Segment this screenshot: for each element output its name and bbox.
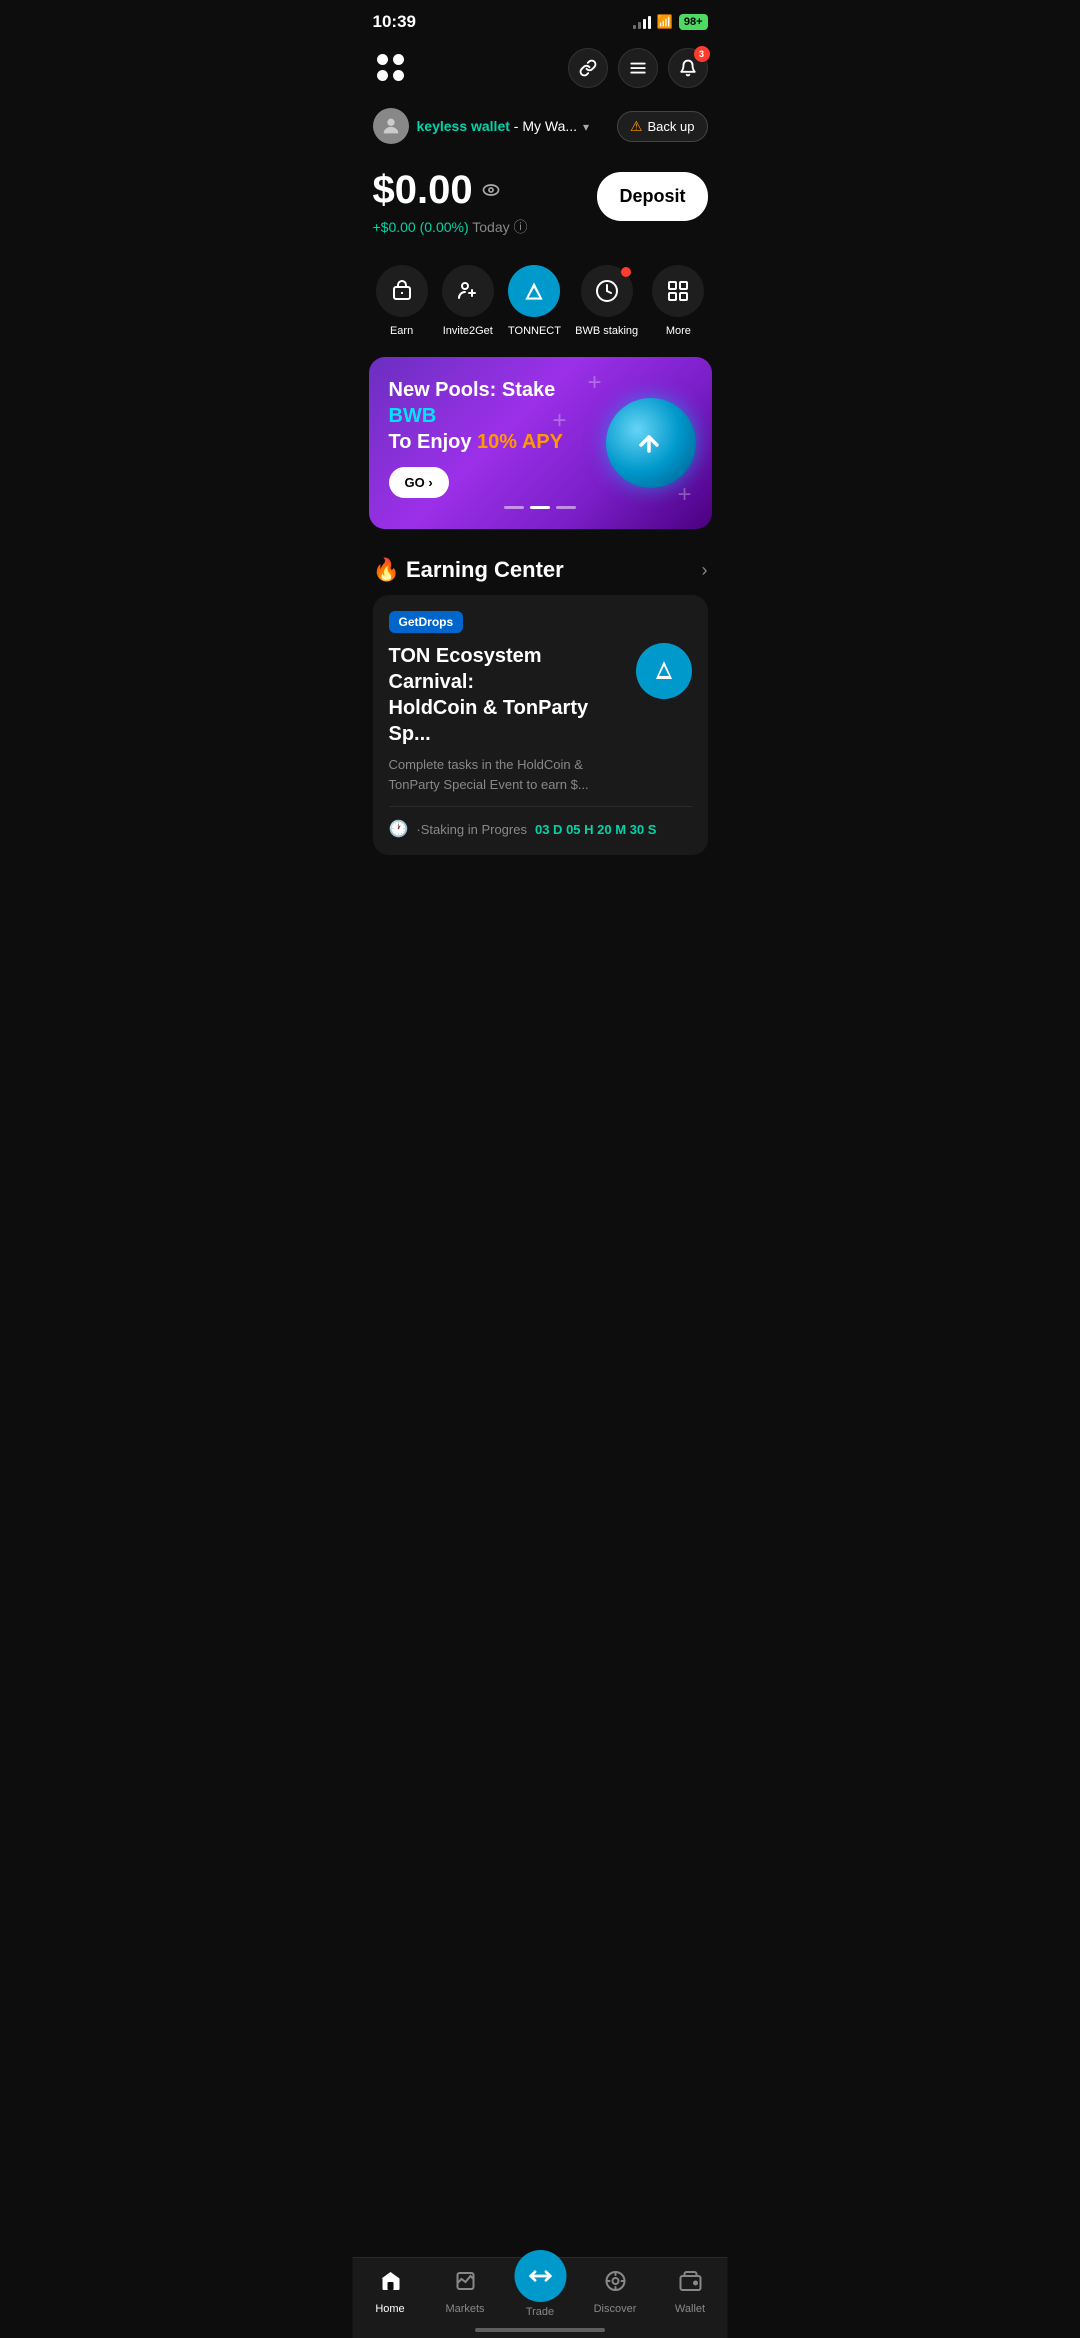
timer-icon: 🕐	[389, 819, 409, 839]
wallet-header: keyless wallet - My Wa... ▾ ⚠ Back up	[353, 100, 728, 160]
header-nav: 3	[353, 40, 728, 100]
nav-home-label: Home	[375, 2303, 404, 2315]
status-icons: 📶 98+	[633, 14, 708, 30]
action-bwb[interactable]: BWB staking	[575, 265, 638, 337]
balance-left: $0.00 +$0.00 (0.00%) Today ⓘ	[373, 168, 598, 237]
link-button[interactable]	[568, 48, 608, 88]
nav-home[interactable]: Home	[360, 2269, 420, 2315]
decoration-plus-3: +	[552, 407, 566, 435]
earning-center-title: 🔥 Earning Center	[373, 557, 564, 583]
card-icon	[636, 643, 692, 699]
action-tonnect[interactable]: TONNECT	[508, 265, 561, 337]
banner-pagination	[389, 506, 692, 509]
header-actions: 3	[568, 48, 708, 88]
wallet-label: keyless wallet - My Wa... ▾	[417, 118, 589, 134]
staking-row: 🕐 ·Staking in Progres 03 D 05 H 20 M 30 …	[389, 806, 692, 839]
eye-icon[interactable]	[481, 180, 501, 205]
quick-actions: Earn Invite2Get TONNECT BWB	[353, 253, 728, 345]
wallet-name-row[interactable]: keyless wallet - My Wa... ▾	[373, 108, 589, 144]
trade-button[interactable]	[514, 2250, 566, 2302]
balance-change: +$0.00 (0.00%) Today ⓘ	[373, 217, 598, 237]
more-icon-wrap	[652, 265, 704, 317]
nav-discover[interactable]: Discover	[585, 2269, 645, 2315]
card-content: TON Ecosystem Carnival:HoldCoin & TonPar…	[389, 643, 692, 794]
banner-coin-graphic	[606, 398, 696, 488]
nav-wallet[interactable]: Wallet	[660, 2269, 720, 2315]
more-label: More	[666, 325, 691, 337]
balance-section: $0.00 +$0.00 (0.00%) Today ⓘ Deposit	[353, 160, 728, 253]
backup-button[interactable]: ⚠ Back up	[617, 111, 708, 142]
action-invite[interactable]: Invite2Get	[442, 265, 494, 337]
nav-trade-label: Trade	[526, 2306, 554, 2318]
invite-label: Invite2Get	[443, 325, 493, 337]
tonnect-label: TONNECT	[508, 325, 561, 337]
staking-label: ·Staking in Progres	[416, 822, 527, 837]
staking-timer: 03 D 05 H 20 M 30 S	[535, 822, 656, 837]
nav-wallet-label: Wallet	[675, 2303, 705, 2315]
action-earn[interactable]: Earn	[376, 265, 428, 337]
bwb-label: BWB staking	[575, 325, 638, 337]
card-text: TON Ecosystem Carnival:HoldCoin & TonPar…	[389, 643, 624, 794]
getdrops-badge: GetDrops	[389, 611, 464, 633]
status-bar: 10:39 📶 98+	[353, 0, 728, 40]
notification-button[interactable]: 3	[668, 48, 708, 88]
wallet-avatar	[373, 108, 409, 144]
invite-icon-wrap	[442, 265, 494, 317]
earning-center-chevron[interactable]: ›	[702, 560, 708, 581]
nav-markets-label: Markets	[445, 2303, 484, 2315]
battery-indicator: 98+	[679, 14, 708, 30]
banner-dot-1	[504, 506, 524, 509]
card-description: Complete tasks in the HoldCoin &TonParty…	[389, 755, 624, 794]
signal-icon	[633, 15, 651, 29]
banner-go-button[interactable]: GO ›	[389, 467, 449, 498]
nav-discover-label: Discover	[594, 2303, 637, 2315]
nav-trade[interactable]: Trade	[510, 2266, 570, 2318]
menu-button[interactable]	[618, 48, 658, 88]
action-more[interactable]: More	[652, 265, 704, 337]
app-logo	[373, 50, 409, 86]
earning-center-header: 🔥 Earning Center ›	[373, 557, 708, 583]
home-indicator	[475, 2328, 605, 2332]
bwb-icon-wrap	[581, 265, 633, 317]
deposit-button[interactable]: Deposit	[597, 172, 707, 221]
banner-dot-3	[556, 506, 576, 509]
bwb-dot	[621, 267, 631, 277]
dropdown-arrow-icon: ▾	[583, 120, 589, 134]
wallet-icon	[678, 2269, 702, 2299]
earning-card[interactable]: GetDrops TON Ecosystem Carnival:HoldCoin…	[373, 595, 708, 855]
tonnect-icon-wrap	[508, 265, 560, 317]
nav-markets[interactable]: Markets	[435, 2269, 495, 2315]
card-title: TON Ecosystem Carnival:HoldCoin & TonPar…	[389, 643, 624, 747]
earn-label: Earn	[390, 325, 413, 337]
earn-icon-wrap	[376, 265, 428, 317]
notification-count: 3	[694, 46, 710, 62]
earning-center-section: 🔥 Earning Center › GetDrops TON Ecosyste…	[353, 541, 728, 863]
discover-icon	[603, 2269, 627, 2299]
markets-icon	[453, 2269, 477, 2299]
promo-banner[interactable]: + + + New Pools: Stake BWBTo Enjoy 10% A…	[369, 357, 712, 529]
banner-dot-2	[530, 506, 550, 509]
home-icon	[378, 2269, 402, 2299]
warning-icon: ⚠	[630, 118, 643, 135]
bottom-nav: Home Markets Trade Discove	[353, 2257, 728, 2338]
status-time: 10:39	[373, 12, 416, 32]
decoration-plus-1: +	[587, 369, 601, 397]
wifi-icon: 📶	[657, 14, 673, 30]
balance-amount: $0.00	[373, 168, 598, 213]
